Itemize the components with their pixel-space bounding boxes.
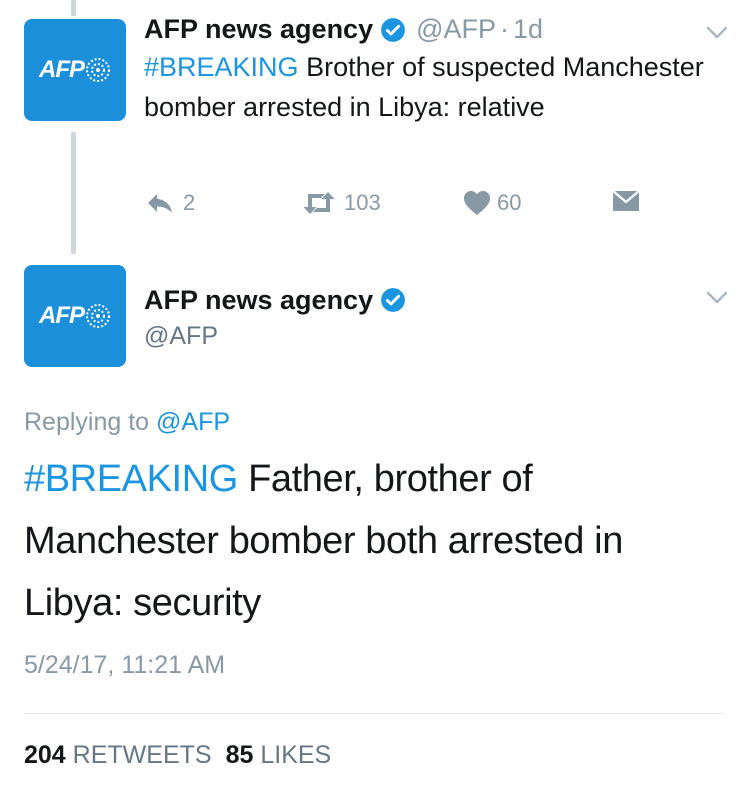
chevron-down-icon[interactable] [706,291,728,310]
retweets-stat[interactable]: 204 RETWEETS [24,741,212,769]
verified-badge-icon [380,17,406,43]
reply-button[interactable]: 2 [145,190,195,216]
retweet-count: 103 [344,190,381,215]
tweet-time[interactable]: 1d [513,14,543,45]
likes-count: 85 [225,741,254,769]
afp-globe-icon [86,304,110,328]
author-name[interactable]: AFP news agency [144,14,373,45]
author-handle[interactable]: @AFP [144,322,406,351]
replying-prefix: Replying to [24,408,157,436]
thread-line-top [71,0,76,16]
afp-logo: AFP [39,302,111,330]
retweets-label: RETWEETS [72,741,212,769]
divider [24,713,724,714]
afp-logo-text: AFP [39,56,85,83]
likes-label: LIKES [260,741,332,769]
author-name[interactable]: AFP news agency [144,285,373,316]
avatar[interactable]: AFP [24,19,126,121]
verified-badge-icon [380,287,406,313]
replying-handle-link[interactable]: @AFP [156,408,230,436]
thread-line-connector [71,132,76,254]
main-tweet-text: #BREAKING Father, brother of Manchester … [24,448,724,634]
chevron-down-icon[interactable] [706,26,728,45]
like-count: 60 [497,190,522,215]
replying-to: Replying to @AFP [24,408,230,437]
likes-stat[interactable]: 85 LIKES [226,741,332,769]
tweet-2-header: AFP news agency @AFP [144,282,406,351]
retweet-icon [303,192,335,214]
reply-icon [148,194,172,213]
retweet-button[interactable]: 103 [300,190,381,216]
hashtag-link[interactable]: #BREAKING [24,458,238,500]
tweet-header: AFP news agency [144,282,406,318]
tweet-text: #BREAKING Brother of suspected Mancheste… [144,47,704,127]
tweet-header: AFP news agency @AFP · 1d [144,14,704,45]
direct-message-icon [612,190,640,211]
tweet-1[interactable]: AFP news agency @AFP · 1d #BREAKING Brot… [144,14,704,127]
author-handle[interactable]: @AFP [416,14,496,45]
afp-logo-text: AFP [39,302,85,329]
afp-logo: AFP [39,56,111,84]
tweet-timestamp[interactable]: 5/24/17, 11:21 AM [24,651,225,680]
hashtag-link[interactable]: #BREAKING [144,52,299,82]
avatar[interactable]: AFP [24,265,126,367]
reply-count: 2 [183,190,196,215]
tweet-stats: 204 RETWEETS 85 LIKES [24,741,331,770]
like-heart-icon [464,191,490,215]
afp-globe-icon [86,58,110,82]
tweet-actions: 2 103 60 [145,190,705,222]
like-button[interactable]: 60 [463,190,521,216]
direct-message-button[interactable] [612,190,640,212]
retweets-count: 204 [24,741,66,769]
separator-dot: · [500,14,510,44]
